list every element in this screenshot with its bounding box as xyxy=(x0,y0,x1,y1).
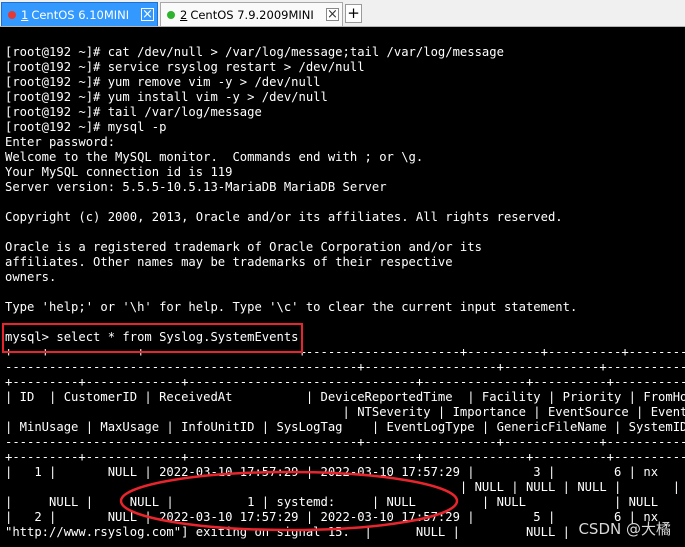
timestamp-highlight-ellipse xyxy=(119,470,459,532)
terminal-line: Copyright (c) 2000, 2013, Oracle and/or … xyxy=(5,210,563,224)
tab-centos-7[interactable]: 2 CentOS 7.9.2009MINI × xyxy=(160,2,343,26)
terminal-line: affiliates. Other names may be trademark… xyxy=(5,255,453,269)
terminal-line: [root@192 ~]# yum remove vim -y > /dev/n… xyxy=(5,75,321,89)
terminal-line: Oracle is a registered trademark of Orac… xyxy=(5,240,482,254)
terminal-area[interactable]: [root@192 ~]# cat /dev/null > /var/log/m… xyxy=(0,27,685,547)
terminal-line: ----------------------------------------… xyxy=(5,435,685,449)
terminal-line: | MinUsage | MaxUsage | InfoUnitID | Sys… xyxy=(5,420,685,434)
tab-centos-6[interactable]: 1 CentOS 6.10MINI × xyxy=(1,2,158,26)
terminal-line: Type 'help;' or '\h' for help. Type '\c'… xyxy=(5,300,578,314)
terminal-line: [root@192 ~]# service rsyslog restart > … xyxy=(5,60,365,74)
query-highlight-box xyxy=(2,323,303,353)
terminal-line: Server version: 5.5.5-10.5.13-MariaDB Ma… xyxy=(5,180,387,194)
terminal-line: [root@192 ~]# cat /dev/null > /var/log/m… xyxy=(5,45,504,59)
terminal-line: | NTSeverity | Importance | EventSource … xyxy=(5,405,685,419)
terminal-line: [root@192 ~]# mysql -p xyxy=(5,120,167,134)
terminal-output: [root@192 ~]# cat /dev/null > /var/log/m… xyxy=(5,45,685,540)
new-tab-button[interactable]: + xyxy=(345,4,362,23)
tab-bar: 1 CentOS 6.10MINI × 2 CentOS 7.9.2009MIN… xyxy=(0,0,685,27)
close-tab-icon[interactable]: × xyxy=(326,8,339,21)
terminal-line: Enter password: xyxy=(5,135,116,149)
close-tab-icon[interactable]: × xyxy=(141,8,154,21)
tab-title: CentOS 6.10MINI xyxy=(31,7,130,22)
terminal-line: owners. xyxy=(5,270,57,284)
session-status-icon xyxy=(167,10,175,19)
terminal-line: +---------+-------------+---------------… xyxy=(5,450,685,464)
session-status-icon xyxy=(8,10,16,19)
terminal-line: [root@192 ~]# yum install vim -y > /dev/… xyxy=(5,90,328,104)
terminal-line: Your MySQL connection id is 119 xyxy=(5,165,233,179)
terminal-line: +---------+-------------+---------------… xyxy=(5,375,685,389)
terminal-line: ----------------------------------------… xyxy=(5,360,685,374)
watermark: CSDN @大橘 xyxy=(578,520,671,538)
terminal-line: | ID | CustomerID | ReceivedAt | DeviceR… xyxy=(5,390,685,404)
tab-number: 1 xyxy=(21,7,29,22)
tab-number: 2 xyxy=(180,7,188,22)
terminal-line: Welcome to the MySQL monitor. Commands e… xyxy=(5,150,424,164)
tab-title: CentOS 7.9.2009MINI xyxy=(190,7,314,22)
terminal-line: [root@192 ~]# tail /var/log/message xyxy=(5,105,262,119)
